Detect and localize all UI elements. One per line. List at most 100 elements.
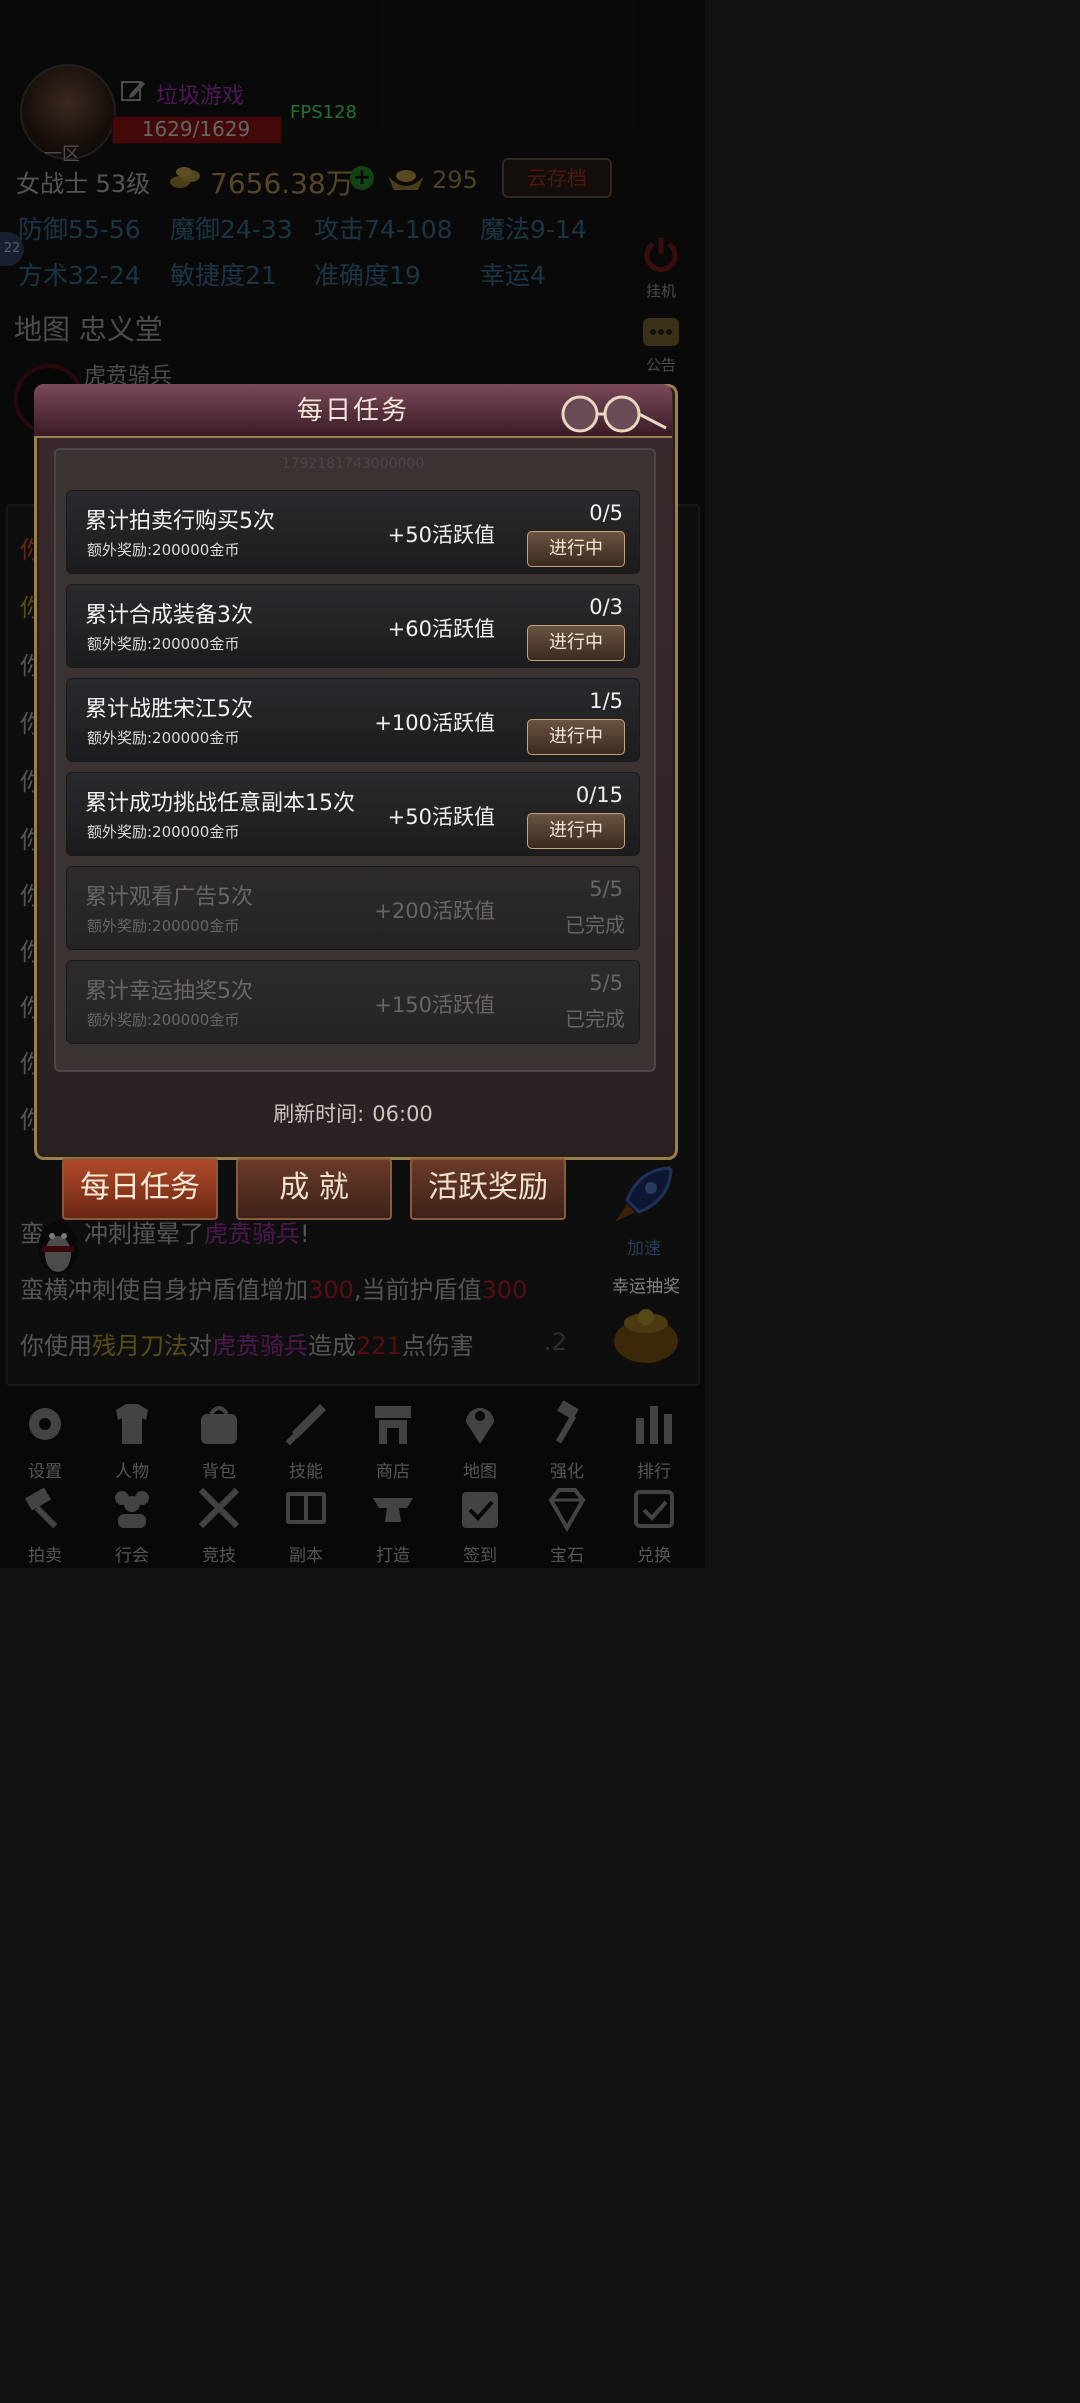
add-gold-icon[interactable]: + (350, 166, 374, 190)
hp-text: 1629/1629 (141, 117, 251, 141)
nav-label: 宝石 (550, 1546, 584, 1566)
idle-label: 挂机 (645, 282, 676, 300)
edit-name-icon[interactable] (120, 78, 146, 104)
current-map: 地图 忠义堂 (14, 313, 163, 346)
fps-counter: FPS128 (290, 102, 357, 123)
task-card: 累计拍卖行购买5次 额外奖励:200000金币 +50活跃值 0/5 进行中 (66, 490, 640, 574)
tab-achievements[interactable]: 成 就 (236, 1158, 392, 1220)
notice-label: 公告 (645, 356, 676, 374)
rocket-icon (615, 1166, 673, 1222)
task-bonus: 额外奖励:200000金币 (87, 729, 240, 747)
server-label: 一区 (44, 144, 80, 165)
nav-calendar[interactable]: 签到 (437, 1482, 523, 1566)
task-reward: +200活跃值 (374, 899, 495, 923)
swords-icon (198, 1487, 240, 1529)
log-line-3: 你使用残月刀法对虎贲骑兵造成221点伤害 (20, 1332, 474, 1360)
stat-magic-defense: 魔御24-33 (170, 215, 293, 244)
book-icon (286, 1492, 326, 1524)
tab-activity-rewards[interactable]: 活跃奖励 (410, 1158, 566, 1220)
nav-label: 背包 (202, 1462, 236, 1482)
task-completed-label: 已完成 (565, 913, 625, 937)
task-progress: 0/15 (575, 783, 623, 807)
task-progress: 1/5 (589, 689, 623, 713)
nav-label: 拍卖 (28, 1546, 62, 1566)
ingot-amount: 295 (432, 166, 478, 194)
qq-penguin-icon[interactable] (30, 1212, 86, 1282)
nav-label: 强化 (550, 1462, 584, 1482)
speed-label: 加速 (627, 1239, 661, 1259)
nav-label: 商店 (376, 1462, 410, 1482)
anvil-icon (373, 1498, 413, 1522)
nav-label: 技能 (289, 1462, 323, 1482)
gold-amount: 7656.38万 (210, 167, 354, 200)
gear-icon (29, 1408, 61, 1440)
task-reward: +150活跃值 (374, 993, 495, 1017)
nav-label: 排行 (637, 1462, 671, 1482)
task-card: 累计战胜宋江5次 额外奖励:200000金币 +100活跃值 1/5 进行中 (66, 678, 640, 762)
task-in-progress-button[interactable]: 进行中 (527, 625, 625, 661)
tab-daily-tasks[interactable]: 每日任务 (62, 1158, 218, 1220)
lucky-draw-button[interactable]: 幸运抽奖 (596, 1272, 696, 1371)
nav-bars[interactable]: 排行 (611, 1398, 697, 1482)
nav-gem[interactable]: 宝石 (524, 1482, 610, 1566)
stat-luck: 幸运4 (480, 261, 546, 290)
task-card: 累计合成装备3次 额外奖励:200000金币 +60活跃值 0/3 进行中 (66, 584, 640, 668)
task-in-progress-button[interactable]: 进行中 (527, 531, 625, 567)
notice-button[interactable]: 公告 (638, 316, 684, 375)
task-name: 累计合成装备3次 (85, 603, 253, 628)
nav-book[interactable]: 副本 (263, 1482, 349, 1566)
task-progress: 0/3 (589, 595, 623, 619)
power-icon (644, 238, 678, 272)
nav-label: 签到 (463, 1546, 497, 1566)
nav-label: 兑换 (637, 1546, 671, 1566)
nav-hammer[interactable]: 强化 (524, 1398, 610, 1482)
nav-sword[interactable]: 技能 (263, 1398, 349, 1482)
stat-attack: 攻击74-108 (314, 215, 453, 244)
bag-icon (201, 1406, 237, 1444)
task-name: 累计观看广告5次 (85, 885, 253, 910)
nav-exchange[interactable]: 兑换 (611, 1482, 697, 1566)
nav-gear[interactable]: 设置 (2, 1398, 88, 1482)
nav-pin[interactable]: 地图 (437, 1398, 523, 1482)
treasure-pot-icon (614, 1309, 678, 1363)
task-reward: +50活跃值 (387, 805, 495, 829)
nav-shop[interactable]: 商店 (350, 1398, 436, 1482)
task-in-progress-button[interactable]: 进行中 (527, 813, 625, 849)
refresh-time: 刷新时间: 06:00 (34, 1098, 672, 1128)
nav-label: 副本 (289, 1546, 323, 1566)
task-card: 累计观看广告5次 额外奖励:200000金币 +200活跃值 5/5 已完成 (66, 866, 640, 950)
hammer-icon (555, 1400, 579, 1444)
task-bonus: 额外奖励:200000金币 (87, 917, 240, 935)
exchange-icon (634, 1490, 674, 1528)
ghost-number: .2 (544, 1328, 567, 1356)
nav-anvil[interactable]: 打造 (350, 1482, 436, 1566)
nav-bag[interactable]: 背包 (176, 1398, 262, 1482)
nav-label: 竞技 (202, 1546, 236, 1566)
nav-gavel[interactable]: 拍卖 (2, 1482, 88, 1566)
task-bonus: 额外奖励:200000金币 (87, 1011, 240, 1029)
stat-defense: 防御55-56 (18, 215, 141, 244)
nav-label: 地图 (463, 1462, 497, 1482)
lucky-draw-label: 幸运抽奖 (612, 1277, 680, 1297)
class-level: 女战士 53级 (16, 170, 151, 198)
speed-button[interactable]: 加速 (606, 1160, 682, 1259)
ghost-id-text: 1792181743000000 (281, 456, 425, 472)
stat-taoism: 方术32-24 (18, 261, 141, 290)
stat-agility: 敏捷度21 (170, 261, 277, 290)
task-progress: 5/5 (589, 971, 623, 995)
task-card: 累计成功挑战任意副本15次 额外奖励:200000金币 +50活跃值 0/15 进行中 (66, 772, 640, 856)
nav-swords[interactable]: 竞技 (176, 1482, 262, 1566)
idle-button[interactable]: 挂机 (638, 234, 684, 301)
nav-shirt[interactable]: 人物 (89, 1398, 175, 1482)
nav-label: 行会 (115, 1546, 149, 1566)
stat-accuracy: 准确度19 (314, 261, 421, 290)
nav-people[interactable]: 行会 (89, 1482, 175, 1566)
task-in-progress-button[interactable]: 进行中 (527, 719, 625, 755)
cloud-save-button[interactable]: 云存档 (502, 158, 612, 198)
stat-magic: 魔法9-14 (480, 215, 587, 244)
nav-label: 设置 (28, 1462, 62, 1482)
gold-coins-icon (170, 167, 200, 188)
close-glasses-icon[interactable] (556, 392, 676, 436)
task-name: 累计战胜宋江5次 (85, 697, 253, 722)
gavel-icon (24, 1487, 58, 1529)
